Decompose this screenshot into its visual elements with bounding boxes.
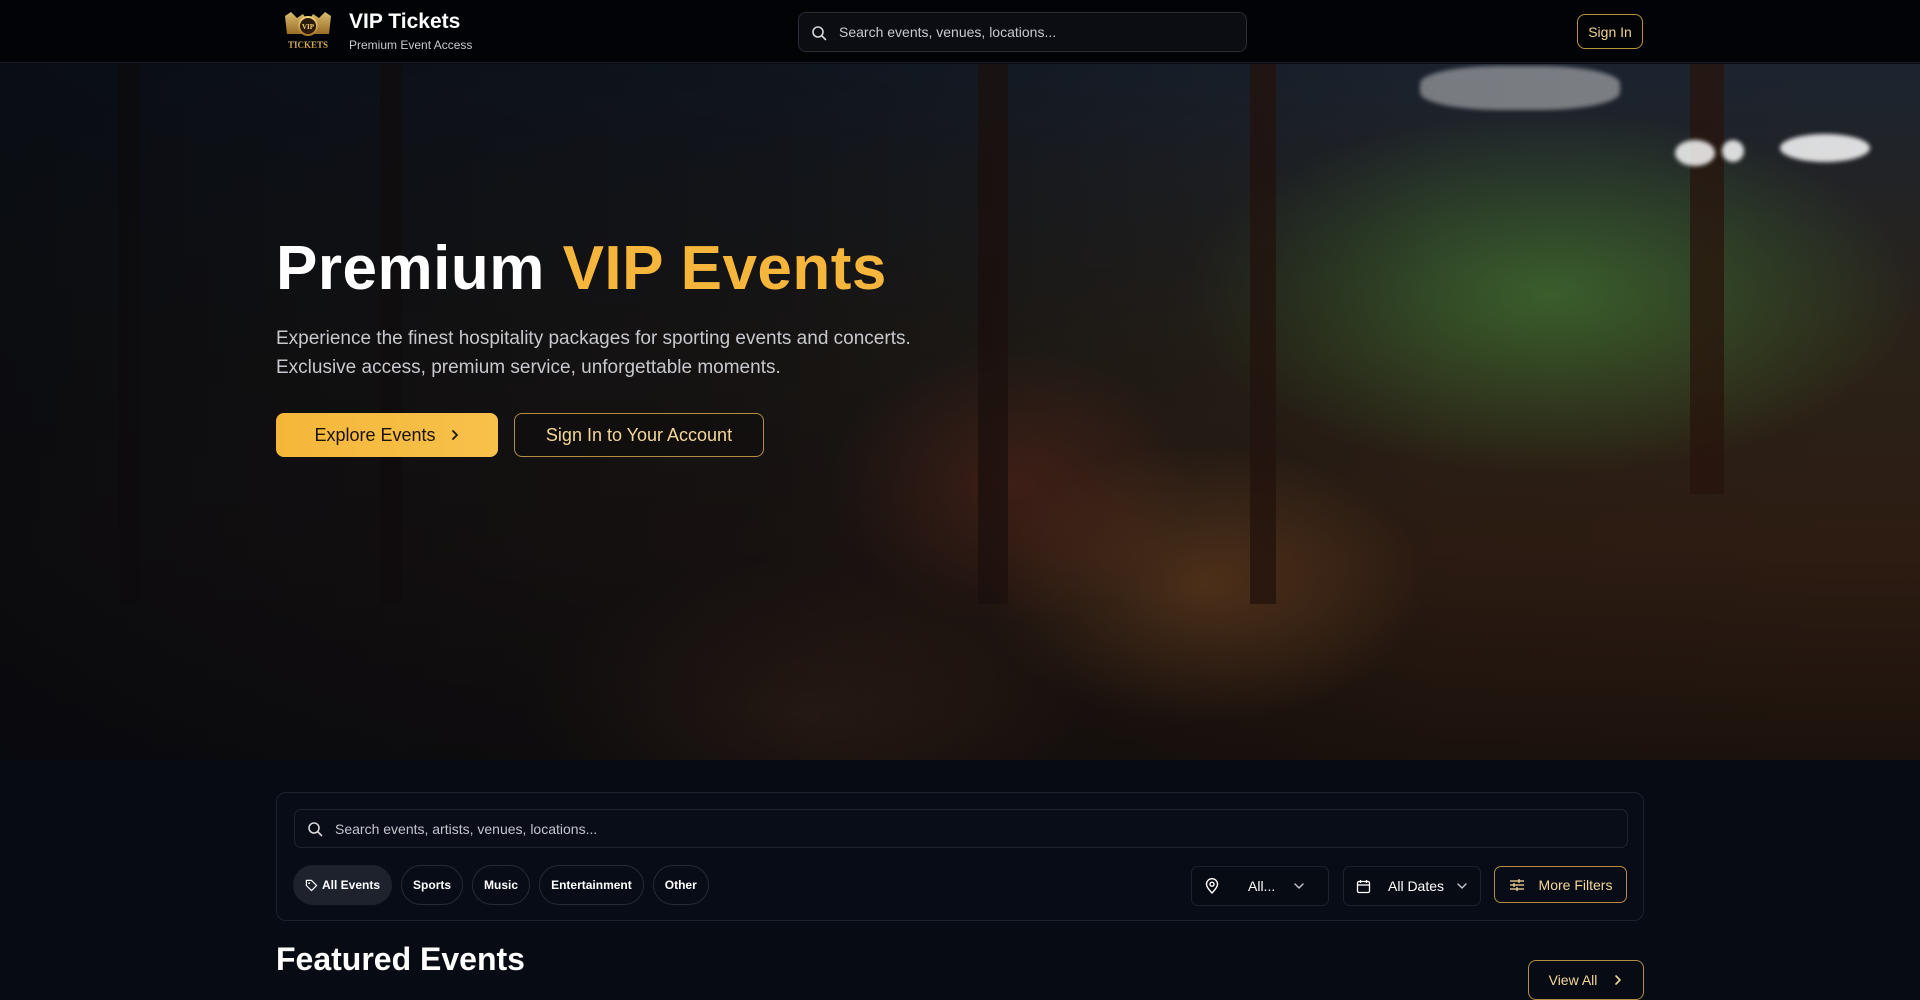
svg-text:VIP: VIP (302, 23, 315, 31)
date-select[interactable]: All Dates (1343, 866, 1481, 906)
hero-title-accent: VIP Events (562, 234, 887, 303)
header-search-input[interactable] (839, 13, 1239, 51)
category-chips: All Events Sports Music Entertainment Ot… (293, 865, 709, 905)
hero-overlay (0, 64, 1920, 760)
more-filters-button[interactable]: More Filters (1494, 866, 1627, 903)
location-pin-icon (1205, 878, 1219, 894)
vip-tickets-logo[interactable]: VIP TICKETS (277, 8, 339, 54)
more-filters-label: More Filters (1538, 876, 1613, 893)
explore-events-button[interactable]: Explore Events (276, 413, 498, 457)
search-icon (812, 26, 827, 41)
hero-description-line: Exclusive access, premium service, unfor… (276, 357, 781, 378)
header-search-bar[interactable] (798, 12, 1247, 52)
location-select-value: All... (1248, 878, 1276, 894)
tag-icon (305, 879, 318, 891)
chevron-right-icon (451, 430, 458, 440)
hero-title-main: Premium (276, 234, 545, 303)
hero-section: Premium VIP Events Experience the finest… (0, 64, 1920, 760)
category-chip-other[interactable]: Other (652, 865, 709, 905)
category-chip-music[interactable]: Music (472, 865, 531, 905)
category-chip-all-events[interactable]: All Events (293, 865, 393, 905)
hero-title: Premium VIP Events (276, 233, 887, 304)
featured-events-title: Featured Events (276, 941, 525, 977)
sliders-icon (1509, 878, 1524, 891)
chevron-right-icon (1615, 975, 1622, 985)
hero-description: Experience the finest hospitality packag… (276, 324, 1036, 382)
event-search-bar[interactable] (294, 809, 1628, 848)
header-sign-in-button[interactable]: Sign In (1577, 14, 1643, 49)
calendar-icon (1356, 879, 1371, 893)
category-chip-label: All Events (322, 878, 381, 892)
hero-description-line: Experience the finest hospitality packag… (276, 328, 911, 349)
event-search-input[interactable] (335, 810, 1615, 847)
date-select-value: All Dates (1388, 878, 1445, 894)
location-select[interactable]: All... (1191, 866, 1329, 906)
sign-in-account-button[interactable]: Sign In to Your Account (514, 413, 764, 457)
category-chip-entertainment[interactable]: Entertainment (539, 865, 644, 905)
brand-title[interactable]: VIP Tickets (349, 10, 460, 34)
top-header: VIP TICKETS VIP Tickets Premium Event Ac… (0, 0, 1920, 63)
explore-events-label: Explore Events (314, 424, 436, 445)
chevron-down-icon (1294, 883, 1304, 889)
search-icon (308, 822, 323, 837)
svg-text:TICKETS: TICKETS (288, 40, 328, 50)
category-chip-sports[interactable]: Sports (401, 865, 464, 905)
chevron-down-icon (1457, 883, 1467, 889)
brand-subtitle: Premium Event Access (349, 38, 473, 52)
view-all-label: View All (1548, 972, 1598, 988)
view-all-button[interactable]: View All (1528, 960, 1644, 1000)
event-filter-panel: All Events Sports Music Entertainment Ot… (276, 792, 1644, 921)
